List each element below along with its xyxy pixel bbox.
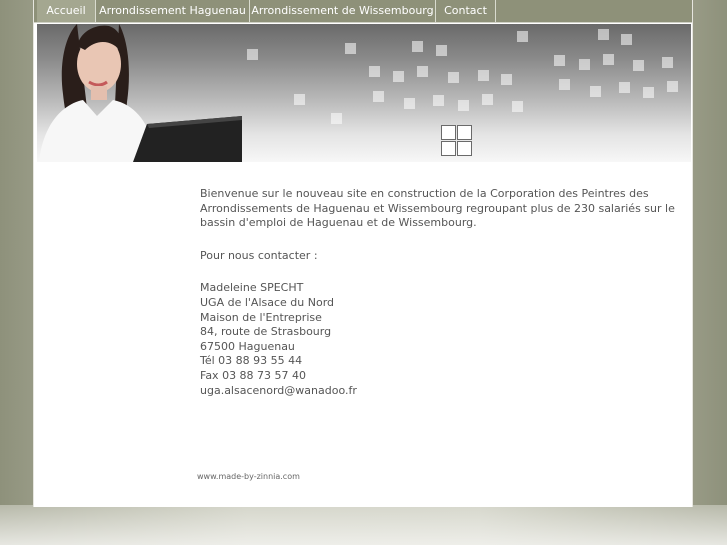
nav-arrondissement-haguenau[interactable]: Arrondissement Haguenau <box>96 0 250 22</box>
header-banner <box>37 24 691 162</box>
nav-contact[interactable]: Contact <box>436 0 496 22</box>
main-content: Bienvenue sur le nouveau site en constru… <box>200 187 680 398</box>
page-frame: Accueil Arrondissement Haguenau Arrondis… <box>33 0 693 507</box>
page-background-fade <box>0 505 727 545</box>
nav-arrondissement-wissembourg[interactable]: Arrondissement de Wissembourg <box>250 0 436 22</box>
top-navigation: Accueil Arrondissement Haguenau Arrondis… <box>34 0 692 23</box>
contact-org: UGA de l'Alsace du Nord <box>200 295 335 309</box>
contact-street: 84, route de Strasbourg <box>200 325 332 339</box>
contact-city: 67500 Haguenau <box>200 339 295 353</box>
footer-credit-link[interactable]: www.made-by-zinnia.com <box>197 472 300 481</box>
contact-fax: Fax 03 88 73 57 40 <box>200 368 307 382</box>
nav-accueil[interactable]: Accueil <box>37 0 96 22</box>
contact-phone: Tél 03 88 93 55 44 <box>200 354 303 368</box>
four-squares-logo-icon <box>441 125 473 157</box>
contact-name: Madeleine SPECHT <box>200 281 304 295</box>
contact-email[interactable]: uga.alsacenord@wanadoo.fr <box>200 384 680 399</box>
intro-text: Bienvenue sur le nouveau site en constru… <box>200 187 675 230</box>
contact-heading: Pour nous contacter : <box>200 248 318 262</box>
woman-with-laptop-photo <box>39 24 242 162</box>
contact-building: Maison de l'Entreprise <box>200 310 322 324</box>
